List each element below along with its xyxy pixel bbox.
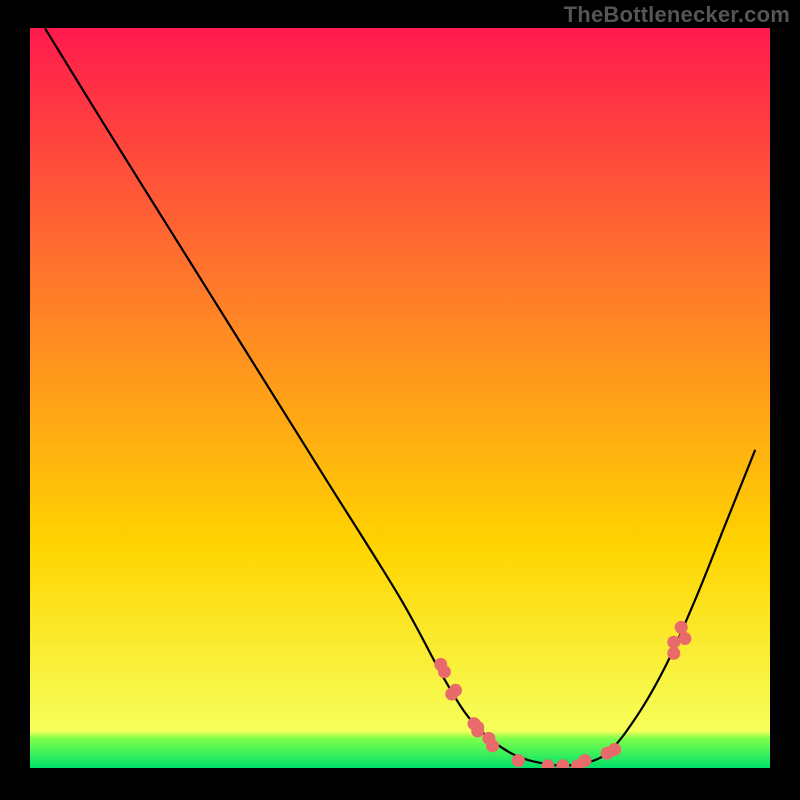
data-point	[678, 632, 691, 645]
attribution-text: TheBottlenecker.com	[564, 2, 790, 28]
data-point	[434, 658, 447, 671]
bottleneck-chart	[30, 28, 770, 768]
chart-frame: TheBottlenecker.com	[0, 0, 800, 800]
data-point	[608, 743, 621, 756]
data-point	[512, 754, 525, 767]
data-point	[482, 732, 495, 745]
data-point	[468, 717, 481, 730]
data-point	[579, 754, 592, 767]
plot-area	[30, 28, 770, 768]
gradient-background	[30, 28, 770, 768]
data-point	[667, 647, 680, 660]
data-point	[445, 688, 458, 701]
data-point	[667, 636, 680, 649]
data-point	[675, 621, 688, 634]
